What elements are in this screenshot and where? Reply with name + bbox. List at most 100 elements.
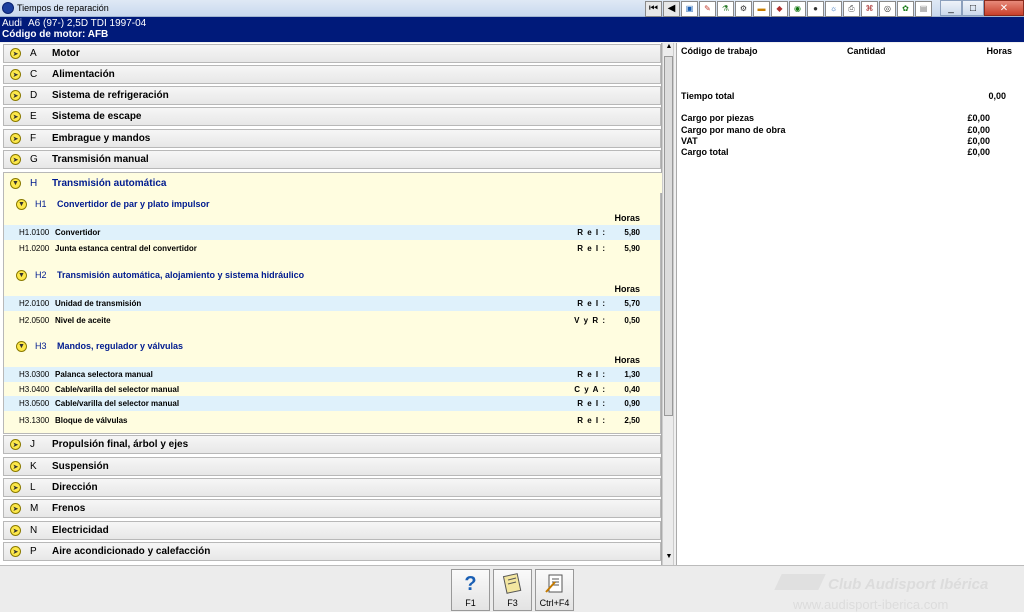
category-l[interactable]: ➤ L Dirección	[3, 478, 661, 497]
expand-arrow-icon: ➤	[10, 482, 21, 493]
col-job-code: Código de trabajo	[681, 46, 758, 56]
category-g[interactable]: ➤ G Transmisión manual	[3, 150, 661, 169]
document-icon[interactable]: ▤	[915, 0, 932, 17]
operation-row[interactable]: H3.0500 Cable/varilla del selector manual…	[4, 396, 660, 411]
f3-button[interactable]: F3	[493, 569, 532, 611]
toolbar: ⏮ ◀ ▣ ✎ ⚗ ⚙ ▬ ◆ ◉ ● ☼ ⎙ ⌘ ◎ ✿ ▤	[644, 0, 932, 17]
expand-arrow-icon: ➤	[10, 439, 21, 450]
close-icon[interactable]: ✕	[984, 0, 1024, 16]
labour-charge-value: £0,00	[967, 125, 990, 135]
vehicle-model: A6 (97-) 2,5D TDI 1997-04	[28, 18, 147, 29]
expand-arrow-icon: ➤	[10, 48, 21, 59]
vehicle-make: Audi	[2, 18, 23, 29]
category-k[interactable]: ➤ K Suspensión	[3, 457, 661, 476]
group-arrow-icon: ▼	[16, 340, 27, 352]
group-h2[interactable]: ▼ H2 Transmisión automática, alojamiento y…	[4, 267, 660, 283]
scroll-down-icon[interactable]: ▼	[663, 553, 675, 565]
category-n[interactable]: ➤ N Electricidad	[3, 521, 661, 540]
expand-arrow-icon: ➤	[10, 111, 21, 122]
settings-icon[interactable]: ☼	[825, 0, 842, 17]
summary-panel: Código de trabajo Cantidad Horas Tiempo …	[676, 43, 1024, 565]
vertical-scrollbar[interactable]: ▲ ▼	[662, 43, 674, 565]
window-controls: _ □ ✕	[940, 0, 1024, 17]
vat-label: VAT	[681, 136, 698, 146]
minimize-icon[interactable]: _	[940, 0, 962, 16]
lubricant-icon[interactable]: ⚗	[717, 0, 734, 17]
operation-row[interactable]: H2.0100 Unidad de transmisión R e I :5,70	[4, 296, 660, 311]
vehicle-header: Audi A6 (97-) 2,5D TDI 1997-04 Código de …	[0, 17, 1024, 42]
vehicle-icon[interactable]: ▣	[681, 0, 698, 17]
category-h-expanded: ▼ H Transmisión automática ▼ H1 Convertidor …	[3, 172, 662, 434]
operation-row[interactable]: H3.0400 Cable/varilla del selector manual…	[4, 382, 660, 397]
category-e[interactable]: ➤ E Sistema de escape	[3, 107, 661, 126]
maximize-icon[interactable]: □	[962, 0, 984, 16]
expand-arrow-icon: ➤	[10, 525, 21, 536]
engine-code: Código de motor: AFB	[2, 29, 109, 40]
operation-row[interactable]: H2.0500 Nivel de aceite V y R :0,50	[4, 313, 660, 328]
category-j[interactable]: ➤ J Propulsión final, árbol y ejes	[3, 435, 661, 454]
operation-row[interactable]: H1.0200 Junta estanca central del convert…	[4, 241, 660, 256]
camera-icon[interactable]: ◎	[879, 0, 896, 17]
group-h1[interactable]: ▼ H1 Convertidor de par y plato impulsor	[4, 196, 660, 212]
edit-document-icon	[544, 572, 566, 596]
function-bar: ? F1 F3 Ctrl+F4 Club Audisport Ibérica w…	[0, 565, 1024, 612]
ctrl-f4-button[interactable]: Ctrl+F4	[535, 569, 574, 611]
parts-charge-value: £0,00	[967, 113, 990, 123]
watermark-url: www.audisport-iberica.com	[793, 597, 949, 612]
vat-value: £0,00	[967, 136, 990, 146]
watermark-logo	[774, 574, 826, 590]
hours-header: Horas	[614, 355, 640, 365]
tire-icon[interactable]: ●	[807, 0, 824, 17]
expand-arrow-icon: ➤	[10, 154, 21, 165]
operation-row[interactable]: H3.1300 Bloque de válvulas R e I :2,50	[4, 413, 660, 428]
scroll-up-icon[interactable]: ▲	[663, 43, 675, 55]
expand-arrow-icon: ➤	[10, 461, 21, 472]
collapse-arrow-icon: ▼	[10, 177, 21, 189]
printer-icon[interactable]: ⎙	[843, 0, 860, 17]
total-charge-value: £0,00	[967, 147, 990, 157]
scroll-thumb[interactable]	[664, 56, 673, 416]
first-page-icon[interactable]: ⏮	[645, 0, 662, 17]
app-icon	[2, 2, 14, 14]
parts-charge-label: Cargo por piezas	[681, 113, 755, 123]
category-d[interactable]: ➤ D Sistema de refrigeración	[3, 86, 661, 105]
category-f[interactable]: ➤ F Embrague y mandos	[3, 129, 661, 148]
group-arrow-icon: ▼	[16, 269, 27, 281]
col-quantity: Cantidad	[847, 46, 886, 56]
prev-page-icon[interactable]: ◀	[663, 0, 680, 17]
total-charge-label: Cargo total	[681, 147, 729, 157]
category-h[interactable]: ▼ H Transmisión automática	[4, 173, 662, 193]
category-a[interactable]: ➤ A Motor	[3, 44, 661, 63]
expand-arrow-icon: ➤	[10, 90, 21, 101]
expand-arrow-icon: ➤	[10, 503, 21, 514]
help-icon: ?	[464, 572, 477, 595]
labour-charge-label: Cargo por mano de obra	[681, 125, 786, 135]
group-arrow-icon: ▼	[16, 198, 27, 210]
category-c[interactable]: ➤ C Alimentación	[3, 65, 661, 84]
category-list: ➤ A Motor ➤ C Alimentación ➤ D Sistema de refr…	[0, 43, 662, 565]
engine-icon[interactable]: ⚙	[735, 0, 752, 17]
expand-arrow-icon: ➤	[10, 133, 21, 144]
book-icon	[502, 572, 524, 596]
category-p[interactable]: ➤ P Aire acondicionado y calefacción	[3, 542, 661, 561]
operation-row[interactable]: H1.0100 Convertidor R e I :5,80	[4, 225, 660, 240]
belt-icon[interactable]: ◆	[771, 0, 788, 17]
hours-header: Horas	[614, 213, 640, 223]
col-hours: Horas	[986, 46, 1012, 56]
total-time-label: Tiempo total	[681, 91, 735, 101]
expand-arrow-icon: ➤	[10, 546, 21, 557]
diagram-icon[interactable]: ⌘	[861, 0, 878, 17]
window-title: Tiempos de reparación	[17, 3, 109, 13]
hours-header: Horas	[614, 284, 640, 294]
expand-arrow-icon: ➤	[10, 69, 21, 80]
watermark-title: Club Audisport Ibérica	[828, 576, 989, 593]
category-m[interactable]: ➤ M Frenos	[3, 499, 661, 518]
tools-icon[interactable]: ✎	[699, 0, 716, 17]
wheel-icon[interactable]: ✿	[897, 0, 914, 17]
total-time-value: 0,00	[988, 91, 1006, 101]
operation-row[interactable]: H3.0300 Palanca selectora manual R e I :1,…	[4, 367, 660, 382]
group-h3[interactable]: ▼ H3 Mandos, regulador y válvulas	[4, 338, 660, 354]
battery-icon[interactable]: ▬	[753, 0, 770, 17]
car-front-icon[interactable]: ◉	[789, 0, 806, 17]
help-button[interactable]: ? F1	[451, 569, 490, 611]
